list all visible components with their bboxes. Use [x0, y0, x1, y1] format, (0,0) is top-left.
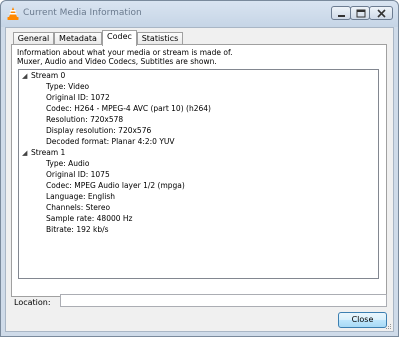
tree-item[interactable]: Resolution: 720x578 [46, 115, 123, 125]
codec-tree[interactable]: ◢ Stream 0 Type: Video Original ID: 1072 … [18, 69, 379, 279]
close-icon [377, 9, 386, 18]
tree-item[interactable]: Channels: Stereo [46, 203, 110, 213]
tree-item[interactable]: Codec: H264 - MPEG-4 AVC (part 10) (h264… [46, 104, 211, 114]
resize-grip-icon[interactable] [384, 322, 392, 330]
tab-codec[interactable]: Codec [102, 30, 137, 46]
codec-description-line: Muxer, Audio and Video Codecs, Subtitles… [17, 57, 217, 66]
dialog-client-area: General Metadata Codec Statistics Inform… [5, 27, 394, 332]
close-window-button[interactable] [369, 6, 393, 20]
close-button[interactable]: Close [338, 312, 387, 328]
minimize-icon [338, 15, 345, 17]
tree-item[interactable]: Decoded format: Planar 4:2:0 YUV [46, 137, 175, 147]
expanded-arrow-icon[interactable]: ◢ [22, 148, 31, 158]
location-input[interactable] [60, 294, 387, 307]
codec-tab-panel: Information about what your media or str… [11, 44, 387, 297]
tree-stream-node[interactable]: ◢ Stream 1 [22, 148, 65, 158]
tree-stream-label: Stream 1 [31, 148, 66, 157]
tree-item[interactable]: Display resolution: 720x576 [46, 126, 151, 136]
codec-description-line: Information about what your media or str… [17, 48, 233, 57]
location-label: Location: [14, 298, 51, 307]
minimize-button[interactable] [331, 6, 351, 20]
tree-item[interactable]: Bitrate: 192 kb/s [46, 225, 109, 235]
tree-item[interactable]: Original ID: 1075 [46, 170, 110, 180]
expanded-arrow-icon[interactable]: ◢ [22, 71, 31, 81]
tree-item[interactable]: Type: Audio [46, 159, 89, 169]
tree-item[interactable]: Type: Video [46, 82, 89, 92]
title-bar[interactable]: Current Media Information [1, 1, 398, 27]
window-title: Current Media Information [23, 8, 142, 18]
tree-item[interactable]: Codec: MPEG Audio layer 1/2 (mpga) [46, 181, 185, 191]
maximize-icon [356, 9, 366, 18]
tree-stream-node[interactable]: ◢ Stream 0 [22, 71, 65, 81]
vlc-cone-icon [7, 7, 19, 20]
tree-stream-label: Stream 0 [31, 71, 66, 80]
media-info-window: Current Media Information General Metada… [0, 0, 399, 337]
tree-item[interactable]: Sample rate: 48000 Hz [46, 214, 132, 224]
tree-item[interactable]: Original ID: 1072 [46, 93, 110, 103]
maximize-button[interactable] [350, 6, 370, 20]
tree-item[interactable]: Language: English [46, 192, 115, 202]
